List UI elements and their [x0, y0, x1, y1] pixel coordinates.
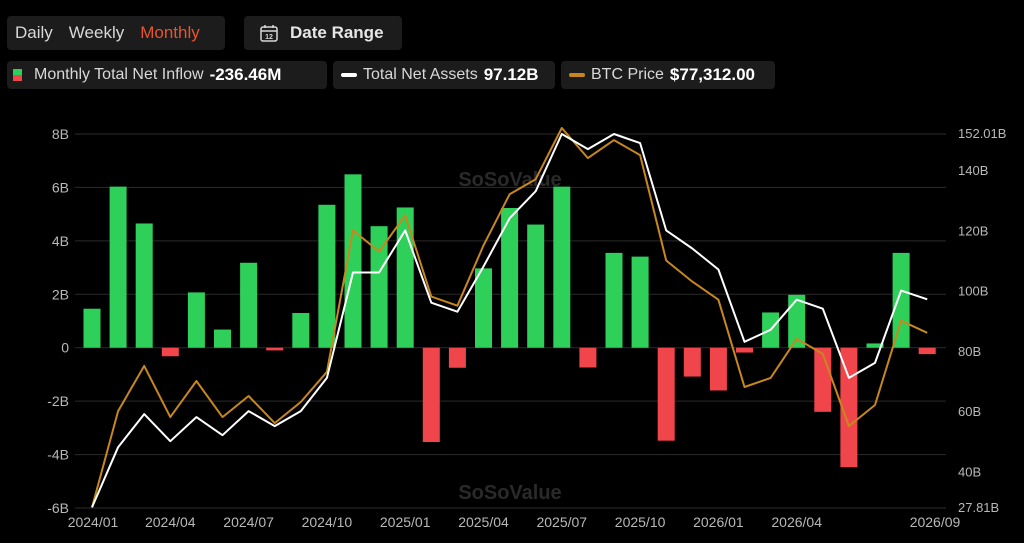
period-tabs: Daily Weekly Monthly — [7, 16, 225, 50]
inflow-bar[interactable] — [918, 347, 936, 355]
inflow-bar[interactable] — [501, 207, 519, 348]
total-net-assets-line[interactable] — [91, 133, 928, 508]
inflow-bar[interactable] — [579, 347, 597, 368]
inflow-bar[interactable] — [762, 312, 780, 348]
x-tick-label: 2024/10 — [302, 514, 353, 530]
inflow-bar[interactable] — [422, 347, 440, 443]
inflow-bar[interactable] — [83, 308, 101, 348]
x-tick-label: 2026/09 — [910, 514, 961, 530]
inflow-bar[interactable] — [161, 347, 179, 357]
inflow-bar[interactable] — [866, 343, 884, 348]
inflow-label: Monthly Total Net Inflow — [34, 66, 204, 83]
right-tick-label: 40B — [958, 464, 981, 479]
right-tick-label: 152.01B — [958, 126, 1006, 141]
legend-inflow[interactable]: Monthly Total Net Inflow -236.46M — [7, 61, 327, 89]
left-tick-label: 4B — [52, 233, 69, 249]
x-tick-label: 2024/01 — [68, 514, 119, 530]
tab-monthly[interactable]: Monthly — [132, 23, 208, 43]
inflow-bar[interactable] — [109, 186, 127, 348]
inflow-bar[interactable] — [709, 347, 727, 391]
inflow-bar[interactable] — [683, 347, 701, 377]
assets-swatch-icon — [341, 73, 357, 77]
inflow-bar[interactable] — [135, 223, 153, 348]
right-tick-label: 27.81B — [958, 500, 999, 515]
inflow-bar[interactable] — [344, 174, 362, 348]
x-tick-label: 2025/10 — [615, 514, 666, 530]
inflow-bar[interactable] — [370, 226, 388, 348]
left-tick-label: 8B — [52, 126, 69, 142]
x-tick-label: 2026/04 — [771, 514, 822, 530]
x-tick-label: 2024/04 — [145, 514, 196, 530]
calendar-day: 12 — [265, 34, 273, 41]
legend-assets[interactable]: Total Net Assets 97.12B — [333, 61, 555, 89]
left-tick-label: 0 — [61, 340, 69, 356]
right-tick-label: 100B — [958, 284, 988, 299]
inflow-bar[interactable] — [187, 292, 205, 348]
assets-label: Total Net Assets — [363, 66, 478, 83]
date-range-label: Date Range — [290, 23, 384, 42]
left-axis-ticks: 8B 6B 4B 2B 0 -2B -4B -6B — [47, 126, 69, 516]
inflow-bars — [83, 174, 936, 468]
date-range-button[interactable]: 12 Date Range — [244, 16, 402, 50]
inflow-bar[interactable] — [814, 347, 832, 412]
left-tick-label: -4B — [47, 447, 69, 463]
btc-label: BTC Price — [591, 66, 664, 83]
x-tick-label: 2026/01 — [693, 514, 744, 530]
inflow-bar[interactable] — [214, 329, 231, 348]
left-tick-label: -6B — [47, 500, 69, 516]
btc-value: $77,312.00 — [669, 65, 755, 84]
left-tick-label: 6B — [52, 179, 69, 195]
btc-swatch-icon — [569, 73, 585, 77]
right-tick-label: 120B — [958, 223, 988, 238]
right-tick-label: 140B — [958, 163, 988, 178]
inflow-bar[interactable] — [892, 252, 910, 348]
grid-lines — [75, 133, 946, 509]
inflow-bar[interactable] — [396, 207, 414, 348]
inflow-value: -236.46M — [209, 65, 282, 84]
left-tick-label: 2B — [52, 286, 69, 302]
inflow-bar[interactable] — [527, 224, 545, 348]
tab-daily[interactable]: Daily — [7, 23, 61, 43]
x-tick-label: 2025/01 — [380, 514, 431, 530]
inflow-bar[interactable] — [657, 347, 675, 441]
watermarks: SoSoValue SoSoValue — [458, 169, 561, 504]
inflow-bar[interactable] — [631, 256, 649, 348]
tab-weekly[interactable]: Weekly — [61, 23, 132, 43]
x-tick-label: 2025/04 — [458, 514, 509, 530]
inflow-bar[interactable] — [292, 312, 310, 348]
x-tick-label: 2024/07 — [223, 514, 274, 530]
inflow-bar[interactable] — [553, 186, 571, 348]
inflow-bar[interactable] — [840, 347, 858, 468]
inflow-bar[interactable] — [318, 204, 336, 348]
right-tick-label: 80B — [958, 344, 981, 359]
series-lines — [91, 127, 928, 508]
inflow-bar[interactable] — [605, 252, 623, 348]
right-axis-ticks: 152.01B 140B 120B 100B 80B 60B 40B 27.81B — [958, 126, 1006, 515]
inflow-bar[interactable] — [736, 347, 753, 353]
inflow-swatch-icon — [13, 69, 22, 81]
legend-btc[interactable]: BTC Price $77,312.00 — [561, 61, 775, 89]
inflow-bar[interactable] — [240, 262, 258, 348]
watermark-text: SoSoValue — [458, 169, 561, 191]
left-tick-label: -2B — [47, 393, 69, 409]
inflow-bar[interactable] — [475, 268, 492, 348]
watermark-text: SoSoValue — [458, 482, 561, 504]
inflow-bar[interactable] — [266, 347, 284, 351]
assets-value: 97.12B — [483, 65, 539, 84]
calendar-icon: 12 — [260, 24, 278, 42]
x-tick-label: 2025/07 — [536, 514, 587, 530]
right-tick-label: 60B — [958, 404, 981, 419]
inflow-bar[interactable] — [788, 294, 806, 348]
inflow-bar[interactable] — [448, 347, 466, 368]
btc-price-line[interactable] — [91, 127, 928, 508]
x-axis-ticks: 2024/01 2024/04 2024/07 2024/10 2025/01 2025/… — [68, 514, 961, 530]
